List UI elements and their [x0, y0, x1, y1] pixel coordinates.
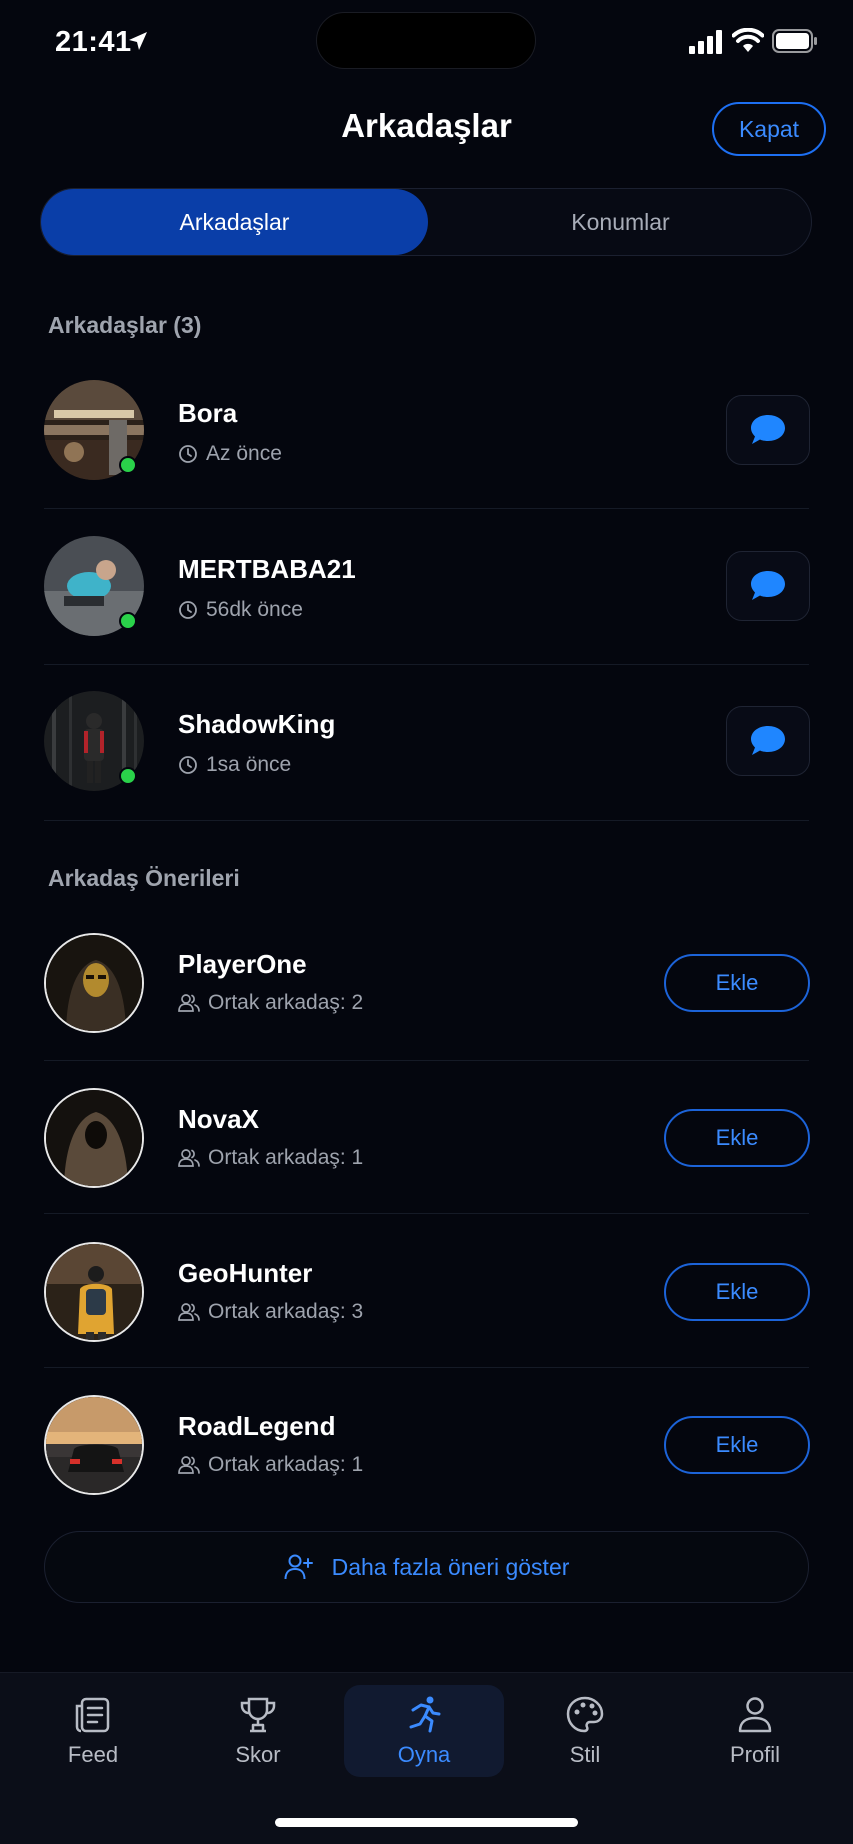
avatar — [44, 1088, 144, 1188]
last-seen-text: Az önce — [206, 442, 282, 465]
suggestion-row: GeoHunter Ortak arkadaş: 3 Ekle — [44, 1242, 810, 1342]
tab-skor[interactable]: Skor — [178, 1685, 338, 1777]
segmented-control: Arkadaşlar Konumlar — [40, 188, 812, 256]
suggestion-row: RoadLegend Ortak arkadaş: 1 Ekle — [44, 1395, 810, 1495]
mutual-friends-text: Ortak arkadaş: 2 — [208, 991, 364, 1014]
message-button[interactable] — [726, 395, 810, 465]
palette-icon — [566, 1696, 604, 1733]
message-button[interactable] — [726, 706, 810, 776]
friend-row[interactable]: MERTBABA21 56dk önce — [44, 536, 810, 636]
person-icon — [738, 1697, 772, 1733]
tab-label: Oyna — [397, 1742, 451, 1767]
add-user-icon — [284, 1554, 313, 1580]
clock-icon — [179, 445, 197, 463]
mutual-friends-text: Ortak arkadaş: 1 — [208, 1453, 364, 1476]
divider — [44, 508, 809, 509]
chat-bubble-icon — [751, 726, 785, 755]
message-button[interactable] — [726, 551, 810, 621]
last-seen-text: 1sa önce — [206, 753, 292, 776]
add-friend-button[interactable]: Ekle — [664, 1263, 810, 1321]
clock-icon — [179, 756, 197, 774]
friend-row[interactable]: Bora Az önce — [44, 380, 810, 480]
friend-name: ShadowKing — [178, 709, 336, 739]
divider — [44, 1213, 809, 1214]
tab-stil[interactable]: Stil — [505, 1685, 665, 1777]
avatar — [44, 1242, 144, 1342]
clock-icon — [179, 601, 197, 619]
divider — [44, 664, 809, 665]
users-icon — [178, 994, 200, 1012]
suggestion-name: PlayerOne — [178, 949, 307, 979]
tab-label: Profil — [729, 1742, 781, 1767]
battery-icon — [772, 29, 817, 53]
online-indicator — [119, 767, 137, 785]
add-friend-button[interactable]: Ekle — [664, 954, 810, 1012]
add-friend-button[interactable]: Ekle — [664, 1109, 810, 1167]
mutual-friends: Ortak arkadaş: 1 — [178, 1453, 363, 1477]
dynamic-island — [316, 12, 536, 69]
more-suggestions-button[interactable]: Daha fazla öneri göster — [44, 1531, 809, 1603]
status-time: 21:41 — [55, 26, 132, 58]
suggestion-name: NovaX — [178, 1104, 259, 1134]
suggestion-row: PlayerOne Ortak arkadaş: 2 Ekle — [44, 933, 810, 1033]
chat-bubble-icon — [751, 571, 785, 600]
friend-name: MERTBABA21 — [178, 554, 356, 584]
trophy-icon — [240, 1697, 276, 1733]
mutual-friends: Ortak arkadaş: 3 — [178, 1300, 363, 1324]
tab-label: Stil — [569, 1742, 601, 1767]
friend-row[interactable]: ShadowKing 1sa önce — [44, 691, 810, 791]
friend-name: Bora — [178, 398, 238, 428]
avatar — [44, 933, 144, 1033]
friend-last-seen: 1sa önce — [178, 753, 291, 777]
feed-icon — [75, 1697, 110, 1733]
tab-label: Skor — [235, 1742, 281, 1767]
tab-label: Feed — [67, 1742, 119, 1767]
status-bar: 21:41 — [0, 0, 853, 84]
home-indicator — [275, 1818, 578, 1827]
tab-oyna[interactable]: Oyna — [344, 1685, 504, 1777]
more-suggestions-label: Daha fazla öneri göster — [331, 1553, 570, 1580]
mutual-friends-text: Ortak arkadaş: 1 — [208, 1146, 364, 1169]
running-icon — [409, 1696, 441, 1733]
friend-last-seen: Az önce — [178, 442, 282, 466]
wifi-icon — [732, 28, 764, 52]
tab-feed[interactable]: Feed — [13, 1685, 173, 1777]
suggestions-section-title: Arkadaş Önerileri — [48, 865, 240, 891]
suggestion-name: RoadLegend — [178, 1411, 336, 1441]
segment-friends[interactable]: Arkadaşlar — [41, 189, 428, 255]
friends-section-title: Arkadaşlar (3) — [48, 312, 202, 338]
divider — [44, 1060, 809, 1061]
chat-bubble-icon — [751, 415, 785, 444]
avatar — [44, 1395, 144, 1495]
segment-locations[interactable]: Konumlar — [428, 189, 813, 255]
tab-profil[interactable]: Profil — [675, 1685, 835, 1777]
mutual-friends-text: Ortak arkadaş: 3 — [208, 1300, 364, 1323]
divider — [44, 1367, 809, 1368]
divider — [44, 820, 809, 821]
location-arrow-icon — [129, 32, 147, 50]
mutual-friends: Ortak arkadaş: 2 — [178, 991, 363, 1015]
users-icon — [178, 1456, 200, 1474]
suggestion-name: GeoHunter — [178, 1258, 313, 1288]
avatar-image — [46, 1397, 142, 1493]
online-indicator — [119, 456, 137, 474]
users-icon — [178, 1303, 200, 1321]
users-icon — [178, 1149, 200, 1167]
avatar-image — [46, 1244, 142, 1340]
cellular-signal-icon — [689, 30, 722, 54]
add-friend-button[interactable]: Ekle — [664, 1416, 810, 1474]
mutual-friends: Ortak arkadaş: 1 — [178, 1146, 363, 1170]
close-button[interactable]: Kapat — [712, 102, 826, 156]
suggestion-row: NovaX Ortak arkadaş: 1 Ekle — [44, 1088, 810, 1188]
friend-last-seen: 56dk önce — [178, 598, 303, 622]
avatar-image — [46, 935, 142, 1031]
online-indicator — [119, 612, 137, 630]
friends-screen: 21:41 Arkadaşlar Kapat Arkadaşlar Konuml… — [0, 0, 853, 1844]
last-seen-text: 56dk önce — [206, 598, 303, 621]
avatar-image — [46, 1090, 142, 1186]
